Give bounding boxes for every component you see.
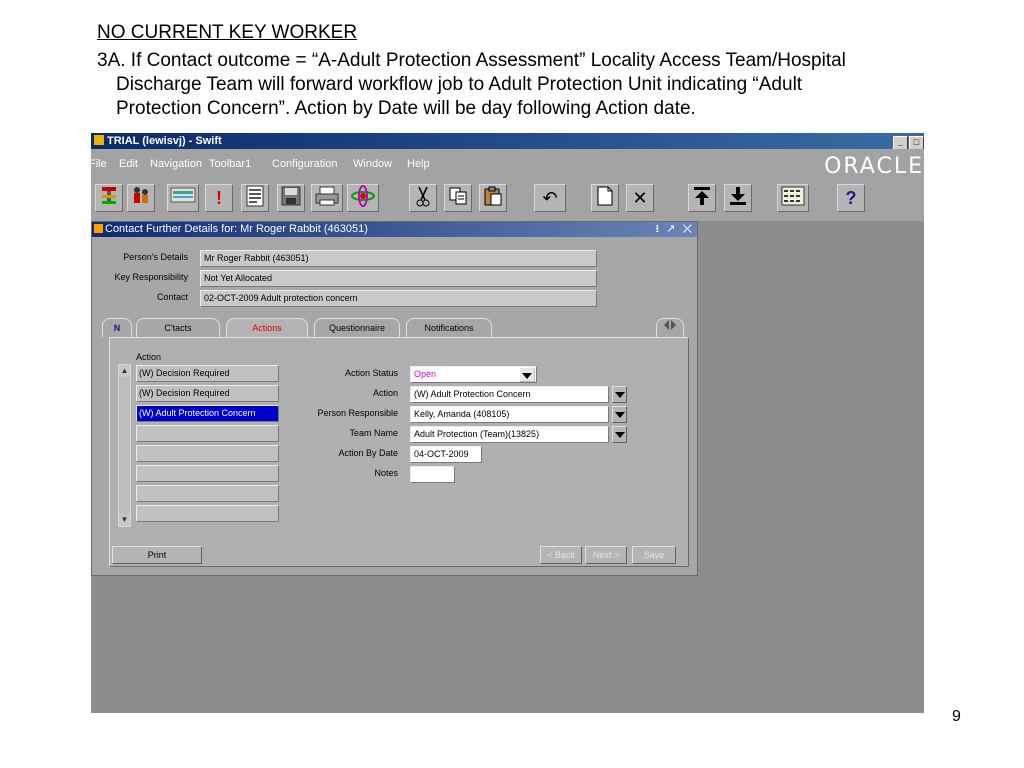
tab-scroll-icon[interactable]: [656, 318, 684, 337]
app-screenshot: TRIAL (lewisvj) - Swift _ □ File Edit Nav…: [91, 133, 924, 713]
slide-body: 3A. If Contact outcome = “A-Adult Protec…: [97, 49, 1002, 121]
action-list-item-selected[interactable]: (W) Adult Protection Concern: [136, 405, 279, 422]
save-icon[interactable]: [277, 184, 305, 212]
window-controls-icon[interactable]: ⭳ ↗ ✕: [655, 222, 694, 237]
grid-icon[interactable]: [777, 184, 809, 212]
action-field[interactable]: (W) Adult Protection Concern: [410, 386, 609, 403]
contact-field[interactable]: 02-OCT-2009 Adult protection concern: [200, 290, 597, 307]
app-titlebar: TRIAL (lewisvj) - Swift _ □: [91, 133, 924, 150]
action-list-item[interactable]: [136, 465, 279, 482]
action-list-header: Action: [136, 352, 162, 362]
contact-details-window: Contact Further Details for: Mr Roger Ra…: [91, 221, 698, 576]
slide-body-line-2: Discharge Team will forward workflow job…: [116, 74, 803, 95]
atom-icon[interactable]: [347, 184, 379, 212]
person-details-label: Person's Details: [123, 252, 188, 262]
person-responsible-label: Person Responsible: [317, 408, 398, 418]
action-by-date-label: Action By Date: [338, 448, 398, 458]
slide-body-line-3: Protection Concern”. Action by Date will…: [116, 98, 696, 119]
toolbar: ! ↶ ✕ ?: [91, 181, 924, 221]
clear-icon[interactable]: ✕: [626, 184, 654, 212]
person-tree-icon[interactable]: [95, 184, 123, 212]
card-icon[interactable]: [167, 184, 199, 212]
menu-help[interactable]: Help: [407, 158, 430, 170]
contact-label: Contact: [156, 292, 188, 302]
menu-navigation[interactable]: Navigation: [150, 158, 202, 170]
slide-body-line-1: 3A. If Contact outcome = “A-Adult Protec…: [97, 50, 846, 71]
alert-icon[interactable]: !: [205, 184, 233, 212]
back-button[interactable]: < Back: [540, 546, 582, 564]
menu-file[interactable]: File: [91, 158, 107, 170]
notes-label: Notes: [374, 468, 398, 478]
maximize-icon[interactable]: □: [909, 136, 924, 150]
people-icon[interactable]: [127, 184, 155, 212]
action-status-label: Action Status: [344, 368, 398, 378]
key-responsibility-label: Key Responsibility: [114, 272, 188, 282]
action-by-date-field[interactable]: 04-OCT-2009: [410, 446, 482, 463]
window-controls: _ □: [892, 134, 924, 150]
undo-icon[interactable]: ↶: [534, 184, 566, 212]
menu-configuration[interactable]: Configuration: [272, 158, 337, 170]
action-status-dropdown-icon[interactable]: [519, 367, 535, 382]
action-list-scrollbar[interactable]: ▲ ▼: [118, 364, 131, 527]
action-list-item[interactable]: (W) Decision Required: [136, 385, 279, 402]
action-status-field[interactable]: Open: [410, 366, 537, 383]
new-icon[interactable]: [591, 184, 619, 212]
action-list-item[interactable]: [136, 425, 279, 442]
action-list-item[interactable]: [136, 505, 279, 522]
person-details-field[interactable]: Mr Roger Rabbit (463051): [200, 250, 597, 267]
tab-ctacts[interactable]: C'tacts: [136, 318, 220, 337]
cut-icon[interactable]: [409, 184, 437, 212]
menubar: File Edit Navigation Toolbar1 Configurat…: [91, 149, 924, 181]
next-button[interactable]: Next >: [585, 546, 627, 564]
window-title: Contact Further Details for: Mr Roger Ra…: [105, 223, 368, 235]
window-icon: [94, 224, 103, 233]
print-icon[interactable]: [311, 184, 343, 212]
print-button[interactable]: Print: [112, 546, 202, 564]
action-label: Action: [372, 388, 398, 398]
paste-icon[interactable]: [479, 184, 507, 212]
tab-nav-icon[interactable]: N: [102, 318, 132, 337]
scroll-down-icon[interactable]: ▼: [119, 514, 130, 526]
team-name-dropdown-icon[interactable]: [612, 426, 627, 443]
tab-notifications[interactable]: Notifications: [406, 318, 492, 337]
help-icon[interactable]: ?: [837, 184, 865, 212]
tab-actions[interactable]: Actions: [226, 318, 308, 337]
scroll-up-icon[interactable]: ▲: [119, 365, 130, 377]
slide-heading: NO CURRENT KEY WORKER: [97, 22, 358, 43]
oracle-logo: ORACLE: [824, 154, 924, 179]
app-icon: [94, 135, 104, 145]
save-button[interactable]: Save: [632, 546, 676, 564]
action-list-item[interactable]: (W) Decision Required: [136, 365, 279, 382]
window-titlebar: Contact Further Details for: Mr Roger Ra…: [92, 222, 697, 237]
menu-edit[interactable]: Edit: [119, 158, 138, 170]
team-name-label: Team Name: [349, 428, 398, 438]
app-title: TRIAL (lewisvj) - Swift: [107, 135, 222, 147]
key-responsibility-field[interactable]: Not Yet Allocated: [200, 270, 597, 287]
minimize-icon[interactable]: _: [893, 136, 908, 150]
team-name-field[interactable]: Adult Protection (Team)(13825): [410, 426, 609, 443]
action-list-item[interactable]: [136, 485, 279, 502]
first-record-icon[interactable]: [688, 184, 716, 212]
person-responsible-field[interactable]: Kelly, Amanda (408105): [410, 406, 609, 423]
download-icon[interactable]: [724, 184, 752, 212]
action-list-item[interactable]: [136, 445, 279, 462]
page-number: 9: [952, 708, 961, 725]
form-icon[interactable]: [241, 184, 269, 212]
menu-window[interactable]: Window: [353, 158, 392, 170]
copy-icon[interactable]: [444, 184, 472, 212]
tab-questionnaire[interactable]: Questionnaire: [314, 318, 400, 337]
person-responsible-dropdown-icon[interactable]: [612, 406, 627, 423]
action-dropdown-icon[interactable]: [612, 386, 627, 403]
notes-field[interactable]: [410, 466, 455, 483]
menu-toolbar1[interactable]: Toolbar1: [209, 158, 251, 170]
tab-strip: N C'tacts Actions Questionnaire Notifica…: [102, 318, 692, 338]
